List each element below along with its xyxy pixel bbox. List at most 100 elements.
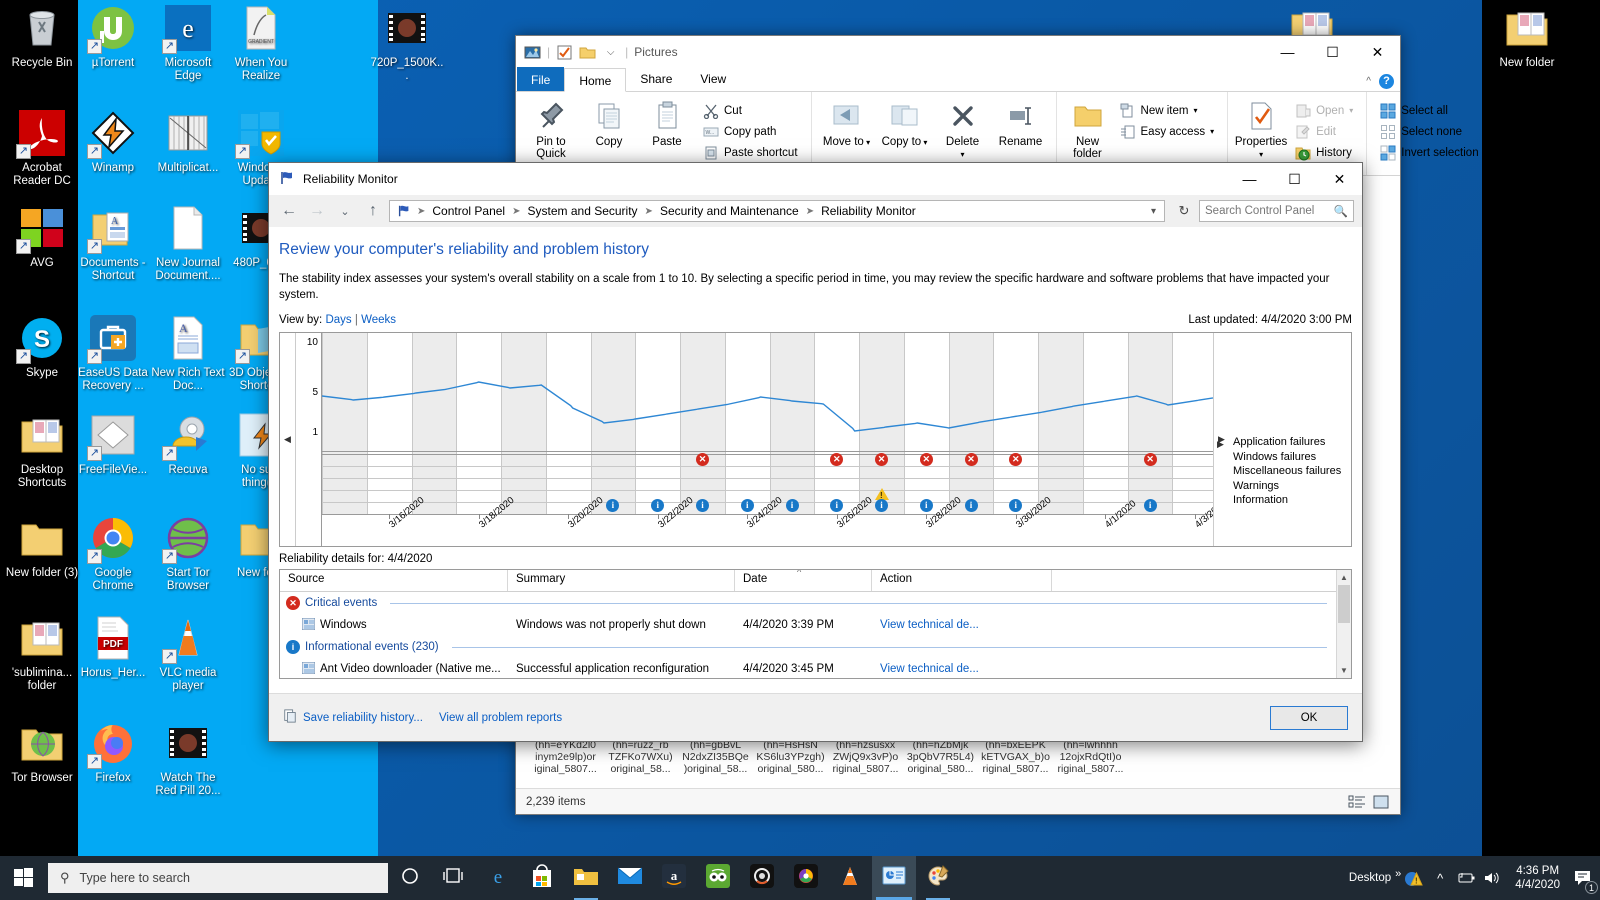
- breadcrumb[interactable]: ➤ Control Panel ➤ System and Security ➤ …: [389, 200, 1165, 222]
- store-button[interactable]: [520, 856, 564, 900]
- amazon-button[interactable]: a: [652, 856, 696, 900]
- desktop-icon-sublimina-folder[interactable]: 'sublimina... folder: [5, 615, 79, 693]
- view-technical-details-link[interactable]: View technical de...: [880, 663, 979, 675]
- new-folder-qat-icon[interactable]: [579, 44, 596, 61]
- start-button[interactable]: [0, 856, 48, 900]
- desktop-icon-winamp[interactable]: ↗ Winamp: [76, 110, 150, 175]
- rename-button[interactable]: Rename: [992, 96, 1050, 148]
- desktop-icon-microsoft-edge[interactable]: e ↗ Microsoft Edge: [151, 5, 225, 83]
- back-button[interactable]: ←: [277, 199, 301, 223]
- paste-shortcut-button[interactable]: Paste shortcut: [698, 142, 803, 163]
- view-technical-details-link[interactable]: View technical de...: [880, 619, 979, 631]
- desktop-icon-freefilevie[interactable]: ↗ FreeFileVie...: [76, 412, 150, 477]
- breadcrumb-item-control-panel[interactable]: Control Panel: [428, 203, 509, 219]
- critical-error-icon[interactable]: ✕: [1143, 453, 1157, 466]
- breadcrumb-item-security-and-maintenance[interactable]: Security and Maintenance: [656, 203, 803, 219]
- search-input[interactable]: Search Control Panel 🔍: [1199, 200, 1354, 222]
- information-icon[interactable]: i: [785, 499, 799, 512]
- desktop-icon-when-you-realize[interactable]: GRADIENT When You Realize: [224, 5, 298, 83]
- photos-qat-icon[interactable]: [524, 44, 541, 61]
- view-by-weeks-link[interactable]: Weeks: [361, 314, 396, 326]
- information-icon[interactable]: i: [740, 499, 754, 512]
- properties-button[interactable]: Properties ▾: [1234, 96, 1288, 161]
- desktop-icon-torrent[interactable]: ↗ µTorrent: [76, 5, 150, 70]
- events-grid-scrollbar[interactable]: ▲ ▼: [1336, 570, 1351, 678]
- search-input[interactable]: ⚲ Type here to search: [48, 863, 388, 893]
- recent-locations-button[interactable]: ⌄: [333, 199, 357, 223]
- grid-column-header-source[interactable]: Source: [280, 570, 508, 591]
- explorer-button[interactable]: [564, 856, 608, 900]
- desktop-icon-recuva[interactable]: ↗ Recuva: [151, 412, 225, 477]
- legend-expand-icon[interactable]: ▶: [1217, 437, 1224, 452]
- copy-to-button[interactable]: Copy to ▾: [876, 96, 934, 149]
- desktop-icon-720p-1500k[interactable]: 720P_1500K...: [370, 5, 444, 83]
- properties-qat-icon[interactable]: [556, 44, 573, 61]
- cortana-button[interactable]: [388, 856, 432, 900]
- reliability-chart[interactable]: ◀ 1510 ✕✕✕✕✕✕✕✕iiiiiiiiiiii3/16/20203/18…: [279, 332, 1352, 547]
- events-grid[interactable]: Source Summary ^ Date Action ✕ Critical event…: [279, 569, 1352, 679]
- camera-app-button[interactable]: [740, 856, 784, 900]
- desktop-icon-multiplicat[interactable]: Multiplicat...: [151, 110, 225, 175]
- battery-icon[interactable]: [1453, 856, 1479, 900]
- easy-access-button[interactable]: Easy access ▾: [1115, 121, 1220, 142]
- pin-to-quick-access-button[interactable]: Pin to Quickaccess: [522, 96, 580, 172]
- information-icon[interactable]: i: [1143, 499, 1157, 512]
- desktop-icon-tor-browser[interactable]: Tor Browser: [5, 720, 79, 785]
- relmon-button[interactable]: [872, 856, 916, 900]
- move-to-button[interactable]: Move to ▾: [818, 96, 876, 149]
- table-row[interactable]: Windows Windows was not properly shut dow…: [280, 614, 1351, 636]
- edit-button[interactable]: Edit: [1290, 121, 1358, 142]
- information-icon[interactable]: i: [1009, 499, 1023, 512]
- dropdown-qat-icon[interactable]: ⌵: [602, 44, 619, 61]
- notification-icon[interactable]: 1: [1570, 856, 1598, 900]
- critical-error-icon[interactable]: ✕: [875, 453, 889, 466]
- system-tray[interactable]: Desktop » ! ^ 4:36 PM 4/4/2020 1: [1345, 856, 1600, 900]
- breadcrumb-dropdown-icon[interactable]: ▾: [1151, 206, 1160, 217]
- critical-error-icon[interactable]: ✕: [964, 453, 978, 466]
- information-icon[interactable]: i: [919, 499, 933, 512]
- information-icon[interactable]: i: [875, 499, 889, 512]
- cut-button[interactable]: Cut: [698, 100, 803, 121]
- taskbar-buttons[interactable]: ea: [388, 856, 960, 900]
- desktop-icon-vlc-media-player[interactable]: ↗ VLC media player: [151, 615, 225, 693]
- open-button[interactable]: Open ▾: [1290, 100, 1358, 121]
- grid-column-header-date[interactable]: Date: [735, 570, 872, 591]
- desktop-icon-acrobat-reader-dc[interactable]: ↗ Acrobat Reader DC: [5, 110, 79, 188]
- scroll-down-button[interactable]: ▼: [1337, 663, 1351, 678]
- new-folder-button[interactable]: New folder: [1063, 96, 1113, 160]
- invert-selection-button[interactable]: Invert selection: [1375, 142, 1483, 163]
- forward-button[interactable]: →: [305, 199, 329, 223]
- critical-error-icon[interactable]: ✕: [695, 453, 709, 466]
- information-icon[interactable]: i: [651, 499, 665, 512]
- breadcrumb-item-reliability-monitor[interactable]: Reliability Monitor: [817, 203, 920, 219]
- select-all-button[interactable]: Select all: [1375, 100, 1483, 121]
- desktop-icon-start-tor-browser[interactable]: ↗ Start Tor Browser: [151, 515, 225, 593]
- information-icon[interactable]: i: [830, 499, 844, 512]
- information-icon[interactable]: i: [964, 499, 978, 512]
- explorer-minimize-button[interactable]: —: [1265, 36, 1310, 68]
- scroll-up-button[interactable]: ▲: [1337, 570, 1351, 585]
- delete-button[interactable]: Delete ▾: [934, 96, 992, 161]
- desktop-icon-desktop-shortcuts[interactable]: Desktop Shortcuts: [5, 412, 79, 490]
- desktop-icon-documents-shortcut[interactable]: A ↗ Documents - Shortcut: [76, 205, 150, 283]
- grid-group-header[interactable]: iInformational events (230)^: [280, 636, 1351, 658]
- volume-icon[interactable]: [1479, 856, 1505, 900]
- show-desktop-label[interactable]: Desktop: [1345, 872, 1395, 884]
- ok-button[interactable]: OK: [1270, 705, 1348, 730]
- desktop-icon-easeus-data-recovery[interactable]: ↗ EaseUS Data Recovery ...: [76, 315, 150, 393]
- edge-button[interactable]: e: [476, 856, 520, 900]
- chart-scroll-left-button[interactable]: ◀: [280, 333, 296, 546]
- new-item-button[interactable]: New item ▾: [1115, 100, 1220, 121]
- up-button[interactable]: ↑: [361, 199, 385, 223]
- desktop-icon-skype[interactable]: S ↗ Skype: [5, 315, 79, 380]
- information-icon[interactable]: i: [606, 499, 620, 512]
- chart-plot-area[interactable]: ✕✕✕✕✕✕✕✕iiiiiiiiiiii3/16/20203/18/20203/…: [322, 333, 1213, 546]
- desktop-icon-firefox[interactable]: ↗ Firefox: [76, 720, 150, 785]
- tab-file[interactable]: File: [517, 67, 565, 91]
- desktop-icon-watch-the-red-pill-20[interactable]: Watch The Red Pill 20...: [151, 720, 225, 798]
- critical-error-icon[interactable]: ✕: [1009, 453, 1023, 466]
- scroll-thumb[interactable]: [1338, 585, 1350, 623]
- clock[interactable]: 4:36 PM 4/4/2020: [1505, 864, 1570, 892]
- events-grid-body[interactable]: ✕Critical events^WindowsWindows was not …: [280, 592, 1351, 678]
- grid-column-header-action[interactable]: Action: [872, 570, 1052, 591]
